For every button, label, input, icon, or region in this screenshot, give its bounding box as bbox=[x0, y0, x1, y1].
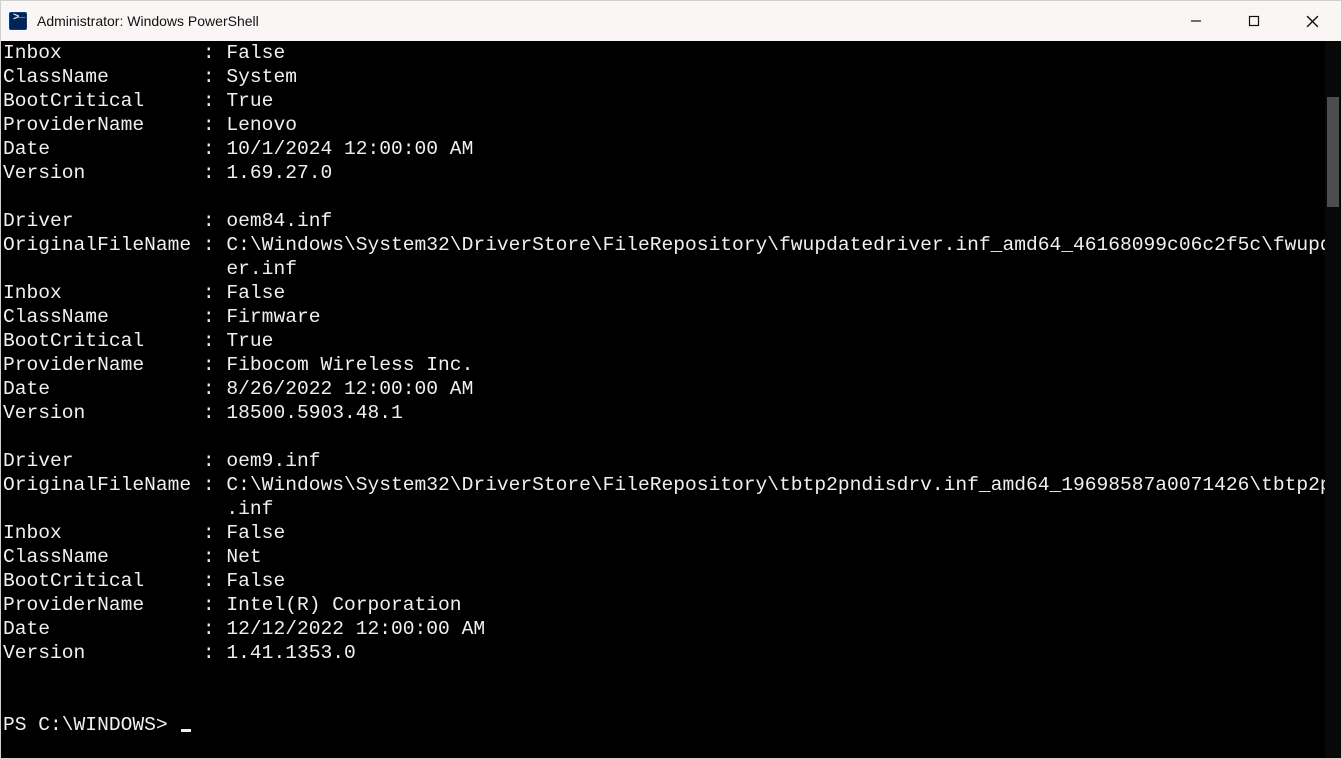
vertical-scrollbar[interactable] bbox=[1325, 41, 1341, 758]
output-line: ClassName : Net bbox=[3, 545, 1325, 569]
output-line: Inbox : False bbox=[3, 41, 1325, 65]
blank-line bbox=[3, 425, 1325, 449]
minimize-icon bbox=[1190, 15, 1202, 27]
maximize-button[interactable] bbox=[1225, 1, 1283, 41]
output-line: OriginalFileName : C:\Windows\System32\D… bbox=[3, 233, 1325, 257]
window-controls bbox=[1167, 1, 1341, 41]
output-line-continuation: er.inf bbox=[3, 257, 1325, 281]
maximize-icon bbox=[1248, 15, 1260, 27]
window-title: Administrator: Windows PowerShell bbox=[37, 13, 259, 29]
blank-line bbox=[3, 185, 1325, 209]
powershell-icon bbox=[9, 12, 27, 30]
output-line: Driver : oem9.inf bbox=[3, 449, 1325, 473]
output-line: Version : 18500.5903.48.1 bbox=[3, 401, 1325, 425]
output-line: Version : 1.69.27.0 bbox=[3, 161, 1325, 185]
terminal-area: Inbox : FalseClassName : SystemBootCriti… bbox=[1, 41, 1341, 758]
output-line: Version : 1.41.1353.0 bbox=[3, 641, 1325, 665]
output-line: ProviderName : Intel(R) Corporation bbox=[3, 593, 1325, 617]
output-line: Inbox : False bbox=[3, 521, 1325, 545]
output-line: OriginalFileName : C:\Windows\System32\D… bbox=[3, 473, 1325, 497]
output-line: ProviderName : Fibocom Wireless Inc. bbox=[3, 353, 1325, 377]
output-line-continuation: .inf bbox=[3, 497, 1325, 521]
prompt-line[interactable]: PS C:\WINDOWS> bbox=[3, 713, 1325, 737]
minimize-button[interactable] bbox=[1167, 1, 1225, 41]
app-window: Administrator: Windows PowerShell Inbox … bbox=[0, 0, 1342, 759]
output-line: Date : 8/26/2022 12:00:00 AM bbox=[3, 377, 1325, 401]
close-button[interactable] bbox=[1283, 1, 1341, 41]
output-line: Date : 10/1/2024 12:00:00 AM bbox=[3, 137, 1325, 161]
output-line: Driver : oem84.inf bbox=[3, 209, 1325, 233]
output-line: BootCritical : False bbox=[3, 569, 1325, 593]
output-line: ClassName : System bbox=[3, 65, 1325, 89]
output-line: Date : 12/12/2022 12:00:00 AM bbox=[3, 617, 1325, 641]
output-line: ClassName : Firmware bbox=[3, 305, 1325, 329]
cursor bbox=[181, 729, 191, 732]
blank-line bbox=[3, 689, 1325, 713]
close-icon bbox=[1306, 15, 1319, 28]
output-line: ProviderName : Lenovo bbox=[3, 113, 1325, 137]
terminal-output[interactable]: Inbox : FalseClassName : SystemBootCriti… bbox=[1, 41, 1325, 758]
blank-line bbox=[3, 665, 1325, 689]
output-line: Inbox : False bbox=[3, 281, 1325, 305]
output-line: BootCritical : True bbox=[3, 89, 1325, 113]
prompt-text: PS C:\WINDOWS> bbox=[3, 714, 179, 736]
output-line: BootCritical : True bbox=[3, 329, 1325, 353]
title-bar[interactable]: Administrator: Windows PowerShell bbox=[1, 1, 1341, 41]
scrollbar-thumb[interactable] bbox=[1327, 97, 1339, 207]
